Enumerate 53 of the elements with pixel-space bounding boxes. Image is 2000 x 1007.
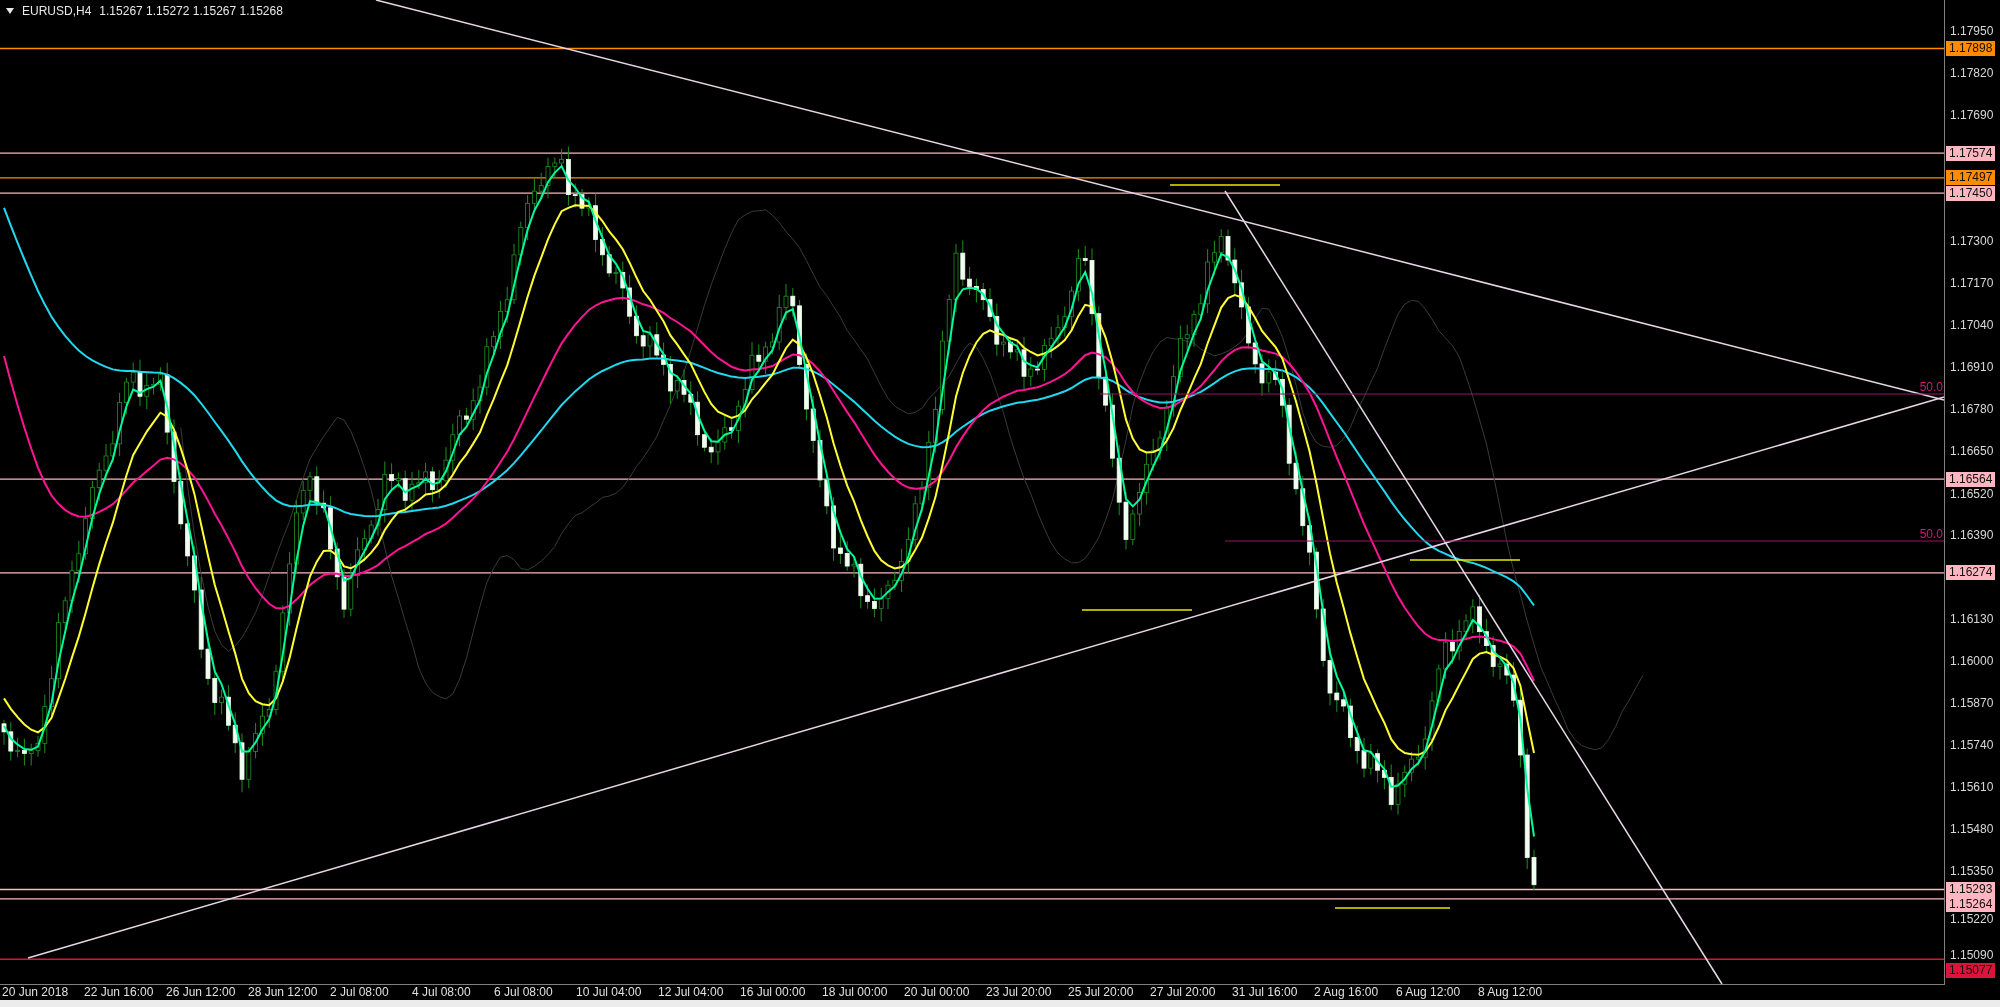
price-tick-label: 1.17690 bbox=[1950, 108, 1994, 124]
time-tick-label: 2 Jul 08:00 bbox=[330, 985, 390, 1000]
time-tick-label: 12 Jul 04:00 bbox=[658, 985, 725, 1000]
dropdown-triangle-icon[interactable] bbox=[6, 8, 14, 14]
price-level-label: 1.17497 bbox=[1946, 170, 1996, 186]
price-level-label: 1.17898 bbox=[1946, 41, 1996, 56]
price-tick-label: 1.16520 bbox=[1950, 486, 1994, 502]
price-tick-label: 1.15220 bbox=[1950, 912, 1994, 927]
price-tick-label: 1.16910 bbox=[1950, 359, 1994, 375]
price-tick-label: 1.15740 bbox=[1950, 737, 1994, 753]
price-tick-label: 1.15480 bbox=[1950, 821, 1994, 837]
time-tick-label: 6 Jul 08:00 bbox=[494, 985, 554, 1000]
time-tick-label: 26 Jun 12:00 bbox=[166, 985, 237, 1000]
time-tick-label: 20 Jun 2018 bbox=[2, 985, 70, 1000]
price-level-label: 1.17574 bbox=[1946, 145, 1996, 161]
time-tick-label: 2 Aug 16:00 bbox=[1314, 985, 1380, 1000]
price-level-label: 1.15077 bbox=[1946, 962, 1996, 978]
symbol-label: EURUSD,H4 bbox=[22, 3, 92, 20]
fibonacci-label: 50.0 bbox=[1919, 527, 1943, 541]
ohlc-values: 1.15267 1.15272 1.15267 1.15268 bbox=[99, 3, 283, 20]
price-tick-label: 1.15610 bbox=[1950, 779, 1994, 795]
time-tick-label: 10 Jul 04:00 bbox=[576, 985, 643, 1000]
time-tick-label: 6 Aug 12:00 bbox=[1396, 985, 1462, 1000]
price-tick-label: 1.17170 bbox=[1950, 276, 1994, 291]
price-level-label: 1.16564 bbox=[1946, 471, 1996, 487]
fibonacci-label: 50.0 bbox=[1919, 380, 1943, 394]
price-tick-label: 1.15870 bbox=[1950, 695, 1994, 711]
price-tick-label: 1.17820 bbox=[1950, 66, 1994, 82]
price-tick-label: 1.15090 bbox=[1950, 947, 1994, 963]
time-tick-label: 20 Jul 00:00 bbox=[904, 985, 971, 1000]
price-tick-label: 1.16130 bbox=[1950, 611, 1994, 627]
price-tick-label: 1.17040 bbox=[1950, 318, 1994, 333]
time-tick-label: 27 Jul 20:00 bbox=[1150, 985, 1217, 1000]
price-tick-label: 1.16780 bbox=[1950, 401, 1994, 417]
time-tick-label: 16 Jul 00:00 bbox=[740, 985, 807, 1000]
price-tick-label: 1.17950 bbox=[1950, 24, 1994, 40]
time-tick-label: 23 Jul 20:00 bbox=[986, 985, 1053, 1000]
time-tick-label: 25 Jul 20:00 bbox=[1068, 985, 1135, 1000]
price-level-label: 1.17450 bbox=[1946, 185, 1996, 201]
price-tick-label: 1.16650 bbox=[1950, 443, 1994, 459]
price-tick-label: 1.16000 bbox=[1950, 653, 1994, 669]
price-level-label: 1.15264 bbox=[1946, 897, 1996, 912]
time-tick-label: 22 Jun 16:00 bbox=[84, 985, 155, 1000]
price-tick-label: 1.15350 bbox=[1950, 863, 1994, 879]
price-tick-label: 1.17300 bbox=[1950, 234, 1994, 250]
time-tick-label: 8 Aug 12:00 bbox=[1478, 985, 1544, 1000]
time-tick-label: 4 Jul 08:00 bbox=[412, 985, 472, 1000]
price-tick-label: 1.16390 bbox=[1950, 527, 1994, 543]
time-tick-label: 18 Jul 00:00 bbox=[822, 985, 889, 1000]
price-level-label: 1.15293 bbox=[1946, 882, 1996, 897]
time-tick-label: 28 Jun 12:00 bbox=[248, 985, 319, 1000]
time-tick-label: 31 Jul 16:00 bbox=[1232, 985, 1299, 1000]
price-level-label: 1.16274 bbox=[1946, 565, 1996, 581]
